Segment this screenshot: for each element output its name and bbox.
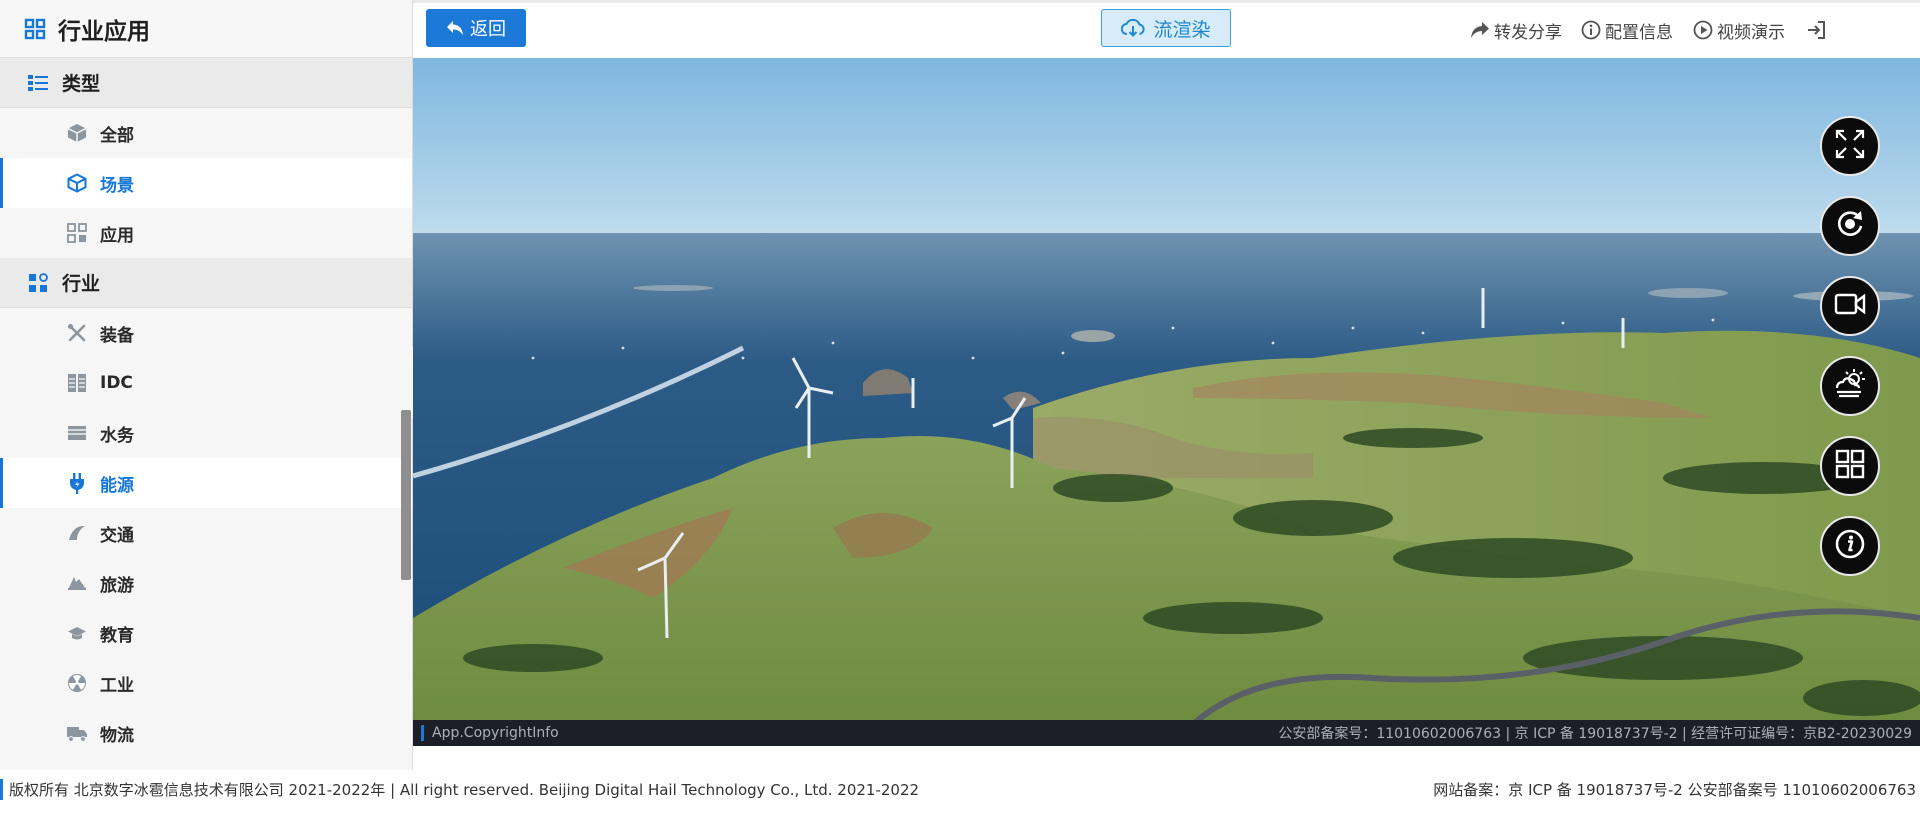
config-info-button[interactable]: 配置信息 <box>1581 17 1673 43</box>
sidebar-item-education[interactable]: 教育 <box>0 608 412 658</box>
config-info-label: 配置信息 <box>1605 22 1673 43</box>
exit-icon <box>1806 20 1826 40</box>
info-button[interactable] <box>1820 516 1880 576</box>
scene-viewport[interactable]: App.CopyrightInfo 公安部备案号：11010602006763 … <box>413 58 1920 746</box>
cloud-download-icon <box>1121 18 1146 38</box>
sidebar-item-scene[interactable]: 场景 <box>0 158 412 208</box>
video-demo-button[interactable]: 视频演示 <box>1693 17 1785 43</box>
copyright-info-text: App.CopyrightInfo <box>421 725 559 741</box>
tools-icon <box>66 322 88 344</box>
sidebar-item-label: 旅游 <box>100 575 134 596</box>
apps-grid-icon <box>24 18 46 40</box>
plug-icon <box>66 472 88 494</box>
radiation-icon <box>66 672 88 694</box>
sidebar-item-travel[interactable]: 旅游 <box>0 558 412 608</box>
sidebar-item-logistics[interactable]: 物流 <box>0 708 412 758</box>
exit-button[interactable] <box>1806 17 1830 43</box>
sidebar-item-label: 物流 <box>100 725 134 746</box>
sidebar-item-label: 应用 <box>100 225 134 246</box>
sidebar-group-label: 类型 <box>62 73 101 95</box>
sidebar-item-label: 全部 <box>100 125 134 146</box>
back-label: 返回 <box>470 19 506 40</box>
wind-farm-scene <box>413 58 1920 746</box>
sidebar-group-industry[interactable]: 行业 <box>0 258 412 308</box>
reply-arrow-icon <box>446 20 464 36</box>
sidebar-item-label: 水务 <box>100 425 134 446</box>
cube-icon <box>66 172 88 194</box>
sidebar-item-label: 交通 <box>100 525 134 546</box>
stream-render-label: 流渲染 <box>1153 18 1211 41</box>
share-button[interactable]: 转发分享 <box>1470 17 1562 43</box>
sidebar-item-traffic[interactable]: 交通 <box>0 508 412 558</box>
record-video-button[interactable] <box>1820 276 1880 336</box>
sidebar-item-label: 工业 <box>100 675 134 696</box>
truck-icon <box>66 722 88 744</box>
sidebar: 行业应用 类型 全部 场景 应用 行业 装备 IDC 水务 能源 交通 旅游 教… <box>0 0 413 770</box>
top-toolbar: 返回 流渲染 转发分享 配置信息 视频演示 <box>413 0 1920 58</box>
video-demo-label: 视频演示 <box>1717 22 1785 43</box>
share-label: 转发分享 <box>1494 22 1562 43</box>
travel-icon <box>66 572 88 594</box>
viewport-copyright-bar: App.CopyrightInfo 公安部备案号：11010602006763 … <box>413 720 1920 746</box>
weather-button[interactable] <box>1820 356 1880 416</box>
weather-icon <box>1834 368 1866 404</box>
sidebar-item-label: 能源 <box>100 475 134 496</box>
sidebar-title: 行业应用 <box>58 18 150 45</box>
fullscreen-icon <box>1835 129 1865 163</box>
sidebar-item-equipment[interactable]: 装备 <box>0 308 412 358</box>
license-info-text: 公安部备案号：11010602006763 | 京 ICP 备 19018737… <box>1278 726 1912 742</box>
sidebar-item-label: 场景 <box>100 175 134 196</box>
sidebar-group-type[interactable]: 类型 <box>0 58 412 108</box>
sidebar-scrollbar[interactable] <box>401 410 411 580</box>
sidebar-item-all[interactable]: 全部 <box>0 108 412 158</box>
industry-grid-icon <box>28 272 48 293</box>
sidebar-item-industrial[interactable]: 工业 <box>0 658 412 708</box>
footer-record: 网站备案：京 ICP 备 19018737号-2 公安部备案号 11010602… <box>1433 780 1916 799</box>
list-icon <box>28 74 48 92</box>
water-icon <box>66 422 88 444</box>
sidebar-item-label: 教育 <box>100 625 134 646</box>
sidebar-item-idc[interactable]: IDC <box>0 358 412 408</box>
play-circle-icon <box>1693 20 1713 40</box>
page-footer: 版权所有 北京数字冰雹信息技术有限公司 2021-2022年 | All rig… <box>0 772 1920 806</box>
info-circle-icon <box>1581 20 1601 40</box>
stream-render-button[interactable]: 流渲染 <box>1101 9 1231 47</box>
grid-icon <box>66 222 88 244</box>
rotate-button[interactable] <box>1820 196 1880 256</box>
graduation-cap-icon <box>66 622 88 644</box>
sidebar-item-label: 装备 <box>100 325 134 346</box>
sidebar-item-energy[interactable]: 能源 <box>0 458 412 508</box>
sidebar-item-water[interactable]: 水务 <box>0 408 412 458</box>
info-icon <box>1834 528 1866 564</box>
share-arrow-icon <box>1470 21 1490 39</box>
back-button[interactable]: 返回 <box>426 9 526 47</box>
fullscreen-button[interactable] <box>1820 116 1880 176</box>
cube-outline-icon <box>66 122 88 144</box>
sidebar-header: 行业应用 <box>0 0 412 58</box>
server-icon <box>66 372 88 394</box>
sidebar-item-app[interactable]: 应用 <box>0 208 412 258</box>
sidebar-item-label: IDC <box>100 373 133 393</box>
traffic-icon <box>66 522 88 544</box>
layout-grid-icon <box>1835 449 1865 483</box>
sidebar-group-label: 行业 <box>62 273 101 295</box>
layout-button[interactable] <box>1820 436 1880 496</box>
video-camera-icon <box>1834 292 1866 320</box>
footer-copyright: 版权所有 北京数字冰雹信息技术有限公司 2021-2022年 | All rig… <box>0 778 919 800</box>
rotate-icon <box>1835 209 1865 243</box>
